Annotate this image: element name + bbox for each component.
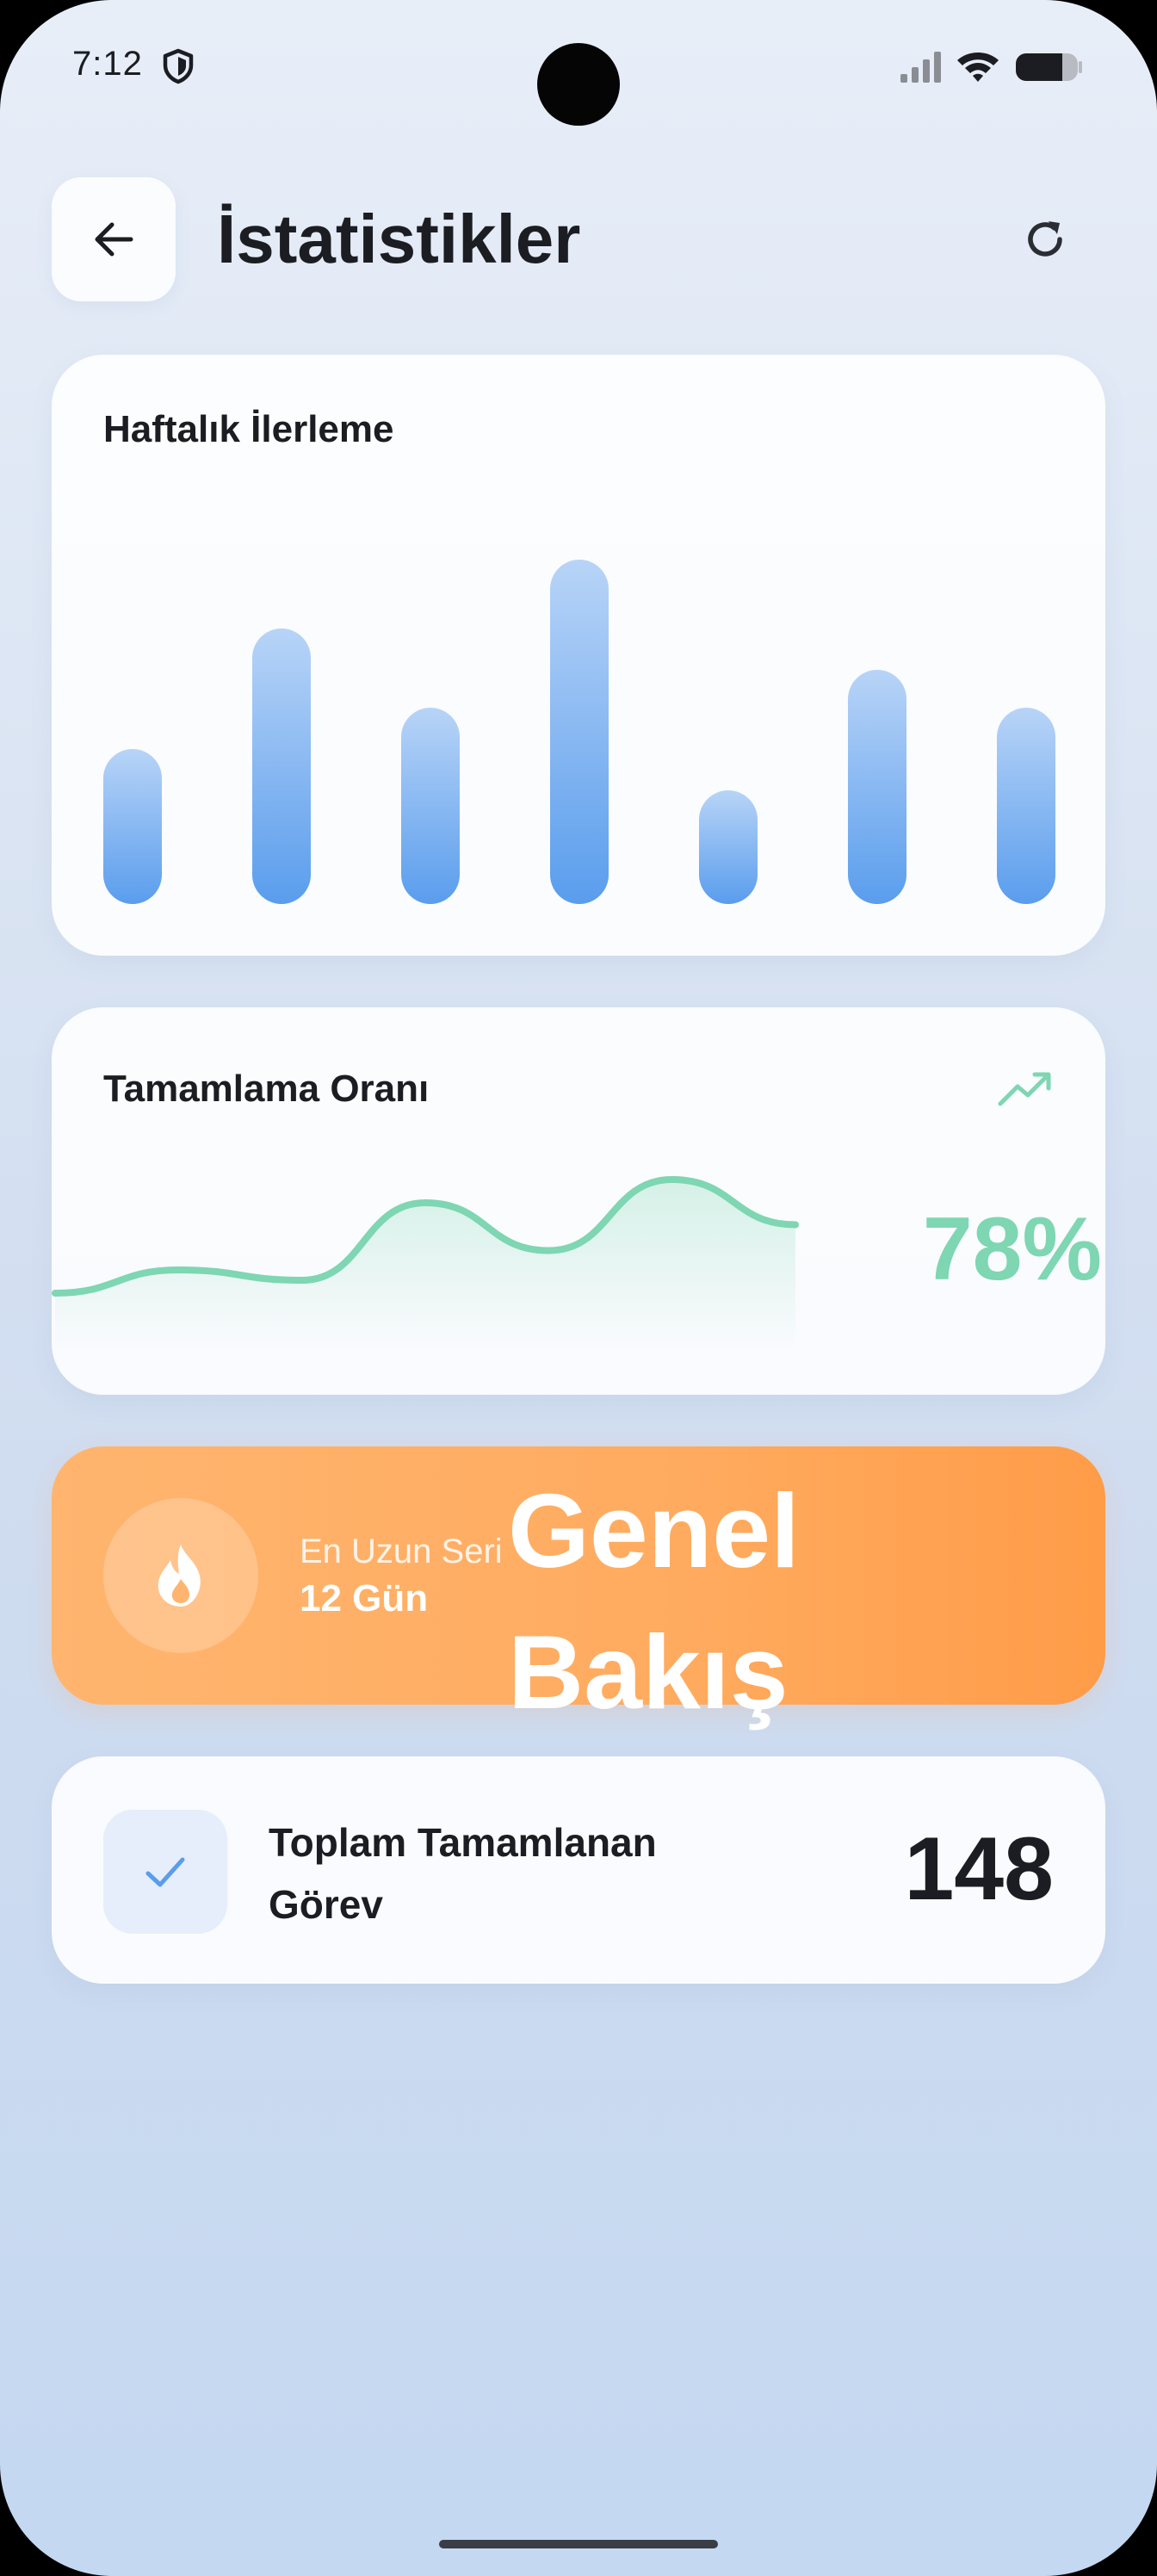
refresh-icon — [1028, 221, 1062, 257]
weekly-bar — [103, 749, 162, 904]
signal-icon — [900, 52, 941, 83]
total-completed-label: Toplam Tamamlanan Görev — [269, 1820, 657, 1927]
weekly-bar — [252, 629, 311, 904]
weekly-bar — [401, 708, 460, 904]
refresh-button[interactable] — [1012, 207, 1078, 272]
weekly-bar — [550, 560, 609, 904]
streak-label: En Uzun Seri — [300, 1533, 503, 1570]
back-button[interactable] — [52, 177, 176, 301]
streak-value: 12 Gün — [300, 1577, 429, 1619]
streak-card: En Uzun Seri 12 Gün Genel Bakış — [52, 1446, 1105, 1731]
overview-title: Genel Bakış — [508, 1472, 801, 1731]
check-icon — [145, 1857, 185, 1887]
arrow-left-icon — [95, 222, 133, 257]
check-icon-badge — [103, 1810, 227, 1934]
total-completed-card: Toplam Tamamlanan Görev 148 — [52, 1756, 1105, 1984]
weekly-bar — [997, 708, 1055, 904]
streak-icon-badge — [103, 1498, 258, 1653]
total-completed-value: 148 — [904, 1819, 1054, 1919]
completion-rate-value: 78% — [922, 1199, 1102, 1299]
status-bar: 7:12 — [0, 0, 1157, 138]
status-time: 7:12 — [72, 45, 143, 83]
trending-up-icon — [998, 1072, 1051, 1106]
weekly-progress-card: Haftalık İlerleme — [52, 355, 1105, 956]
shield-icon — [163, 48, 194, 84]
weekly-progress-title: Haftalık İlerleme — [103, 408, 394, 450]
completion-rate-title: Tamamlama Oranı — [103, 1068, 430, 1110]
weekly-bar — [699, 790, 758, 904]
battery-icon — [1016, 53, 1082, 81]
flame-icon — [158, 1545, 201, 1607]
home-indicator[interactable] — [439, 2540, 718, 2548]
completion-rate-sparkline — [52, 1175, 799, 1352]
weekly-bar — [848, 670, 906, 904]
wifi-icon — [957, 53, 999, 82]
camera-cutout — [537, 43, 620, 126]
phone-screen: 7:12 İstatistikler Haftalık İlerleme Tam… — [0, 0, 1157, 2576]
page-title: İstatistikler — [217, 201, 581, 277]
